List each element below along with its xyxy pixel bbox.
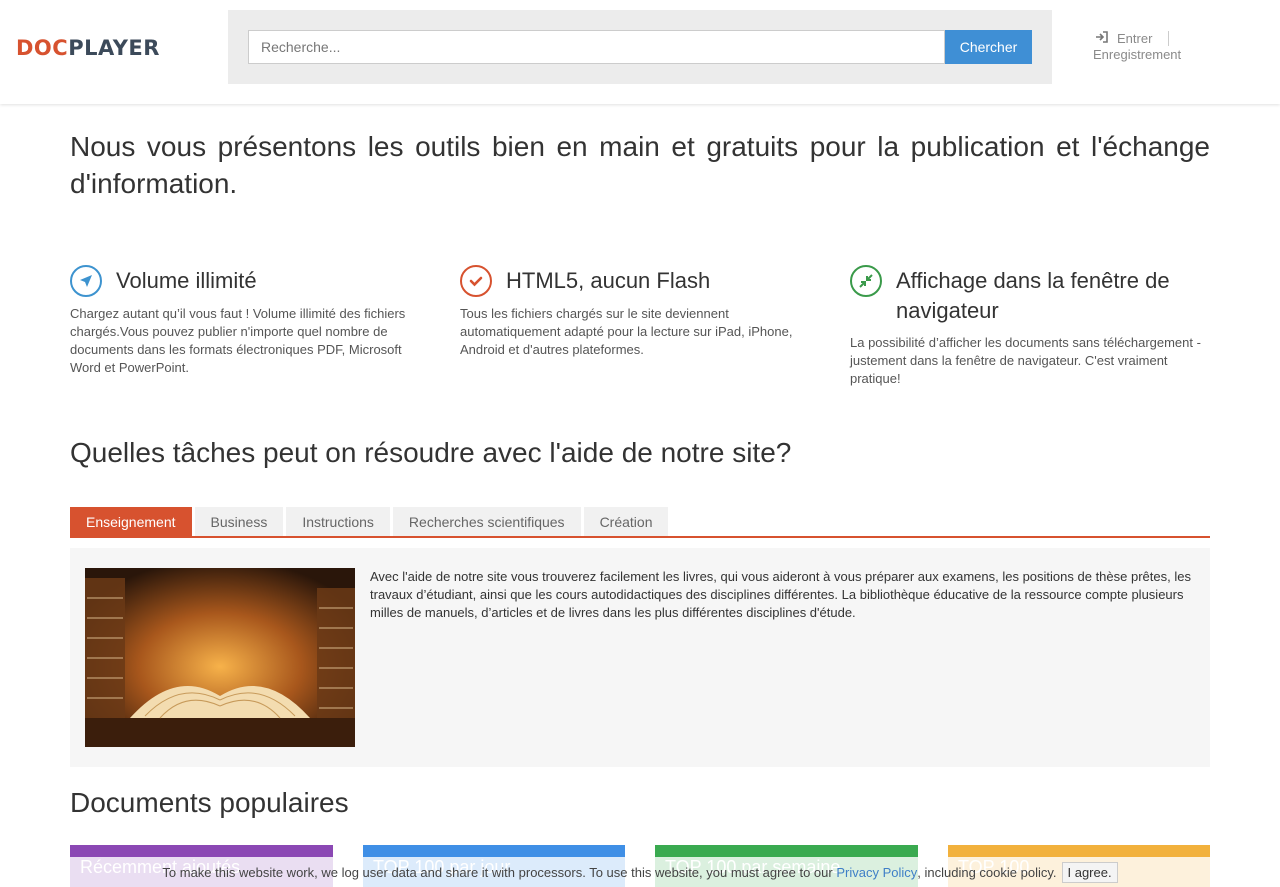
tab-panel-enseignement: Avec l'aide de notre site vous trouverez… xyxy=(70,548,1210,767)
docplayer-logo[interactable]: DOCPLAYER xyxy=(16,36,160,60)
privacy-policy-link[interactable]: Privacy Policy xyxy=(836,865,917,880)
tab-recherches-scientifiques[interactable]: Recherches scientifiques xyxy=(392,507,581,536)
search-button[interactable]: Chercher xyxy=(945,30,1032,64)
tasks-tabs: Enseignement Business Instructions Reche… xyxy=(70,507,1210,538)
search-bar: Chercher xyxy=(228,10,1052,84)
navigation-arrow-icon xyxy=(70,265,102,297)
feature-title: Volume illimité xyxy=(116,268,257,293)
logo-part-player: PLAYER xyxy=(68,36,160,60)
logo-part-doc: DOC xyxy=(16,36,69,60)
tab-panel-text: Avec l'aide de notre site vous trouverez… xyxy=(370,569,1191,620)
search-input[interactable] xyxy=(248,30,945,64)
feature-browser-display: Affichage dans la fenêtre de navigateur … xyxy=(850,265,1210,388)
cookie-banner: To make this website work, we log user d… xyxy=(0,857,1280,887)
feature-description: La possibilité d’afficher les documents … xyxy=(850,335,1201,386)
books-image xyxy=(85,568,355,747)
site-header: DOCPLAYER Chercher Entrer Enregistrement xyxy=(0,0,1280,104)
feature-title: HTML5, aucun Flash xyxy=(506,268,711,293)
feature-unlimited-volume: Volume illimité Chargez autant qu’il vou… xyxy=(70,265,430,377)
divider xyxy=(1168,31,1170,46)
feature-html5: HTML5, aucun Flash Tous les fichiers cha… xyxy=(460,265,820,359)
tab-instructions[interactable]: Instructions xyxy=(286,507,390,536)
checkmark-icon xyxy=(460,265,492,297)
cookie-text: To make this website work, we log user d… xyxy=(162,864,833,880)
tab-business[interactable]: Business xyxy=(194,507,284,536)
popular-heading: Documents populaires xyxy=(70,787,349,818)
agree-button[interactable]: I agree. xyxy=(1061,861,1118,883)
register-link[interactable]: Enregistrement xyxy=(1093,47,1181,62)
compress-arrows-icon xyxy=(850,265,882,297)
tasks-heading: Quelles tâches peut on résoudre avec l'a… xyxy=(70,437,792,468)
tab-enseignement[interactable]: Enseignement xyxy=(70,507,192,536)
feature-description: Chargez autant qu’il vous faut ! Volume … xyxy=(70,306,406,375)
feature-description: Tous les fichiers chargés sur le site de… xyxy=(460,306,793,357)
intro-heading: Nous vous présentons les outils bien en … xyxy=(70,131,1210,199)
auth-links: Entrer Enregistrement xyxy=(1093,31,1181,62)
feature-title: Affichage dans la fenêtre de navigateur xyxy=(896,268,1170,323)
cookie-suffix: , including cookie policy. xyxy=(917,864,1057,880)
tab-creation[interactable]: Création xyxy=(583,507,669,536)
sign-in-icon xyxy=(1095,31,1109,46)
login-link[interactable]: Entrer xyxy=(1117,31,1152,46)
